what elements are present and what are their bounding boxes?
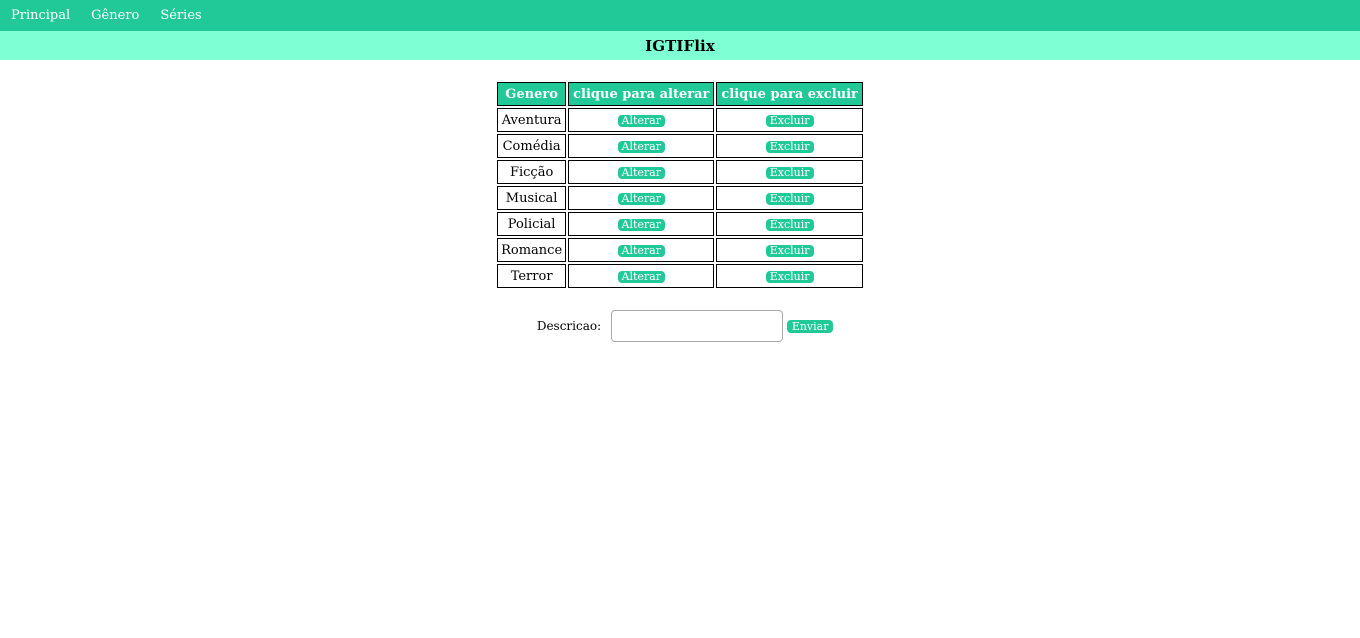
excluir-cell: Excluir — [716, 160, 863, 184]
alterar-button[interactable]: Alterar — [617, 114, 665, 127]
table-row: Musical Alterar Excluir — [497, 186, 863, 210]
genre-name-cell: Musical — [497, 186, 567, 210]
table-row: Aventura Alterar Excluir — [497, 108, 863, 132]
header-genero: Genero — [497, 82, 567, 106]
genre-name-cell: Policial — [497, 212, 567, 236]
excluir-button[interactable]: Excluir — [765, 218, 814, 231]
genre-name-cell: Aventura — [497, 108, 567, 132]
header-alterar: clique para alterar — [568, 82, 715, 106]
genre-name-cell: Ficção — [497, 160, 567, 184]
descricao-input[interactable] — [611, 310, 784, 342]
genre-name-cell: Romance — [497, 238, 567, 262]
top-nav: Principal Gênero Séries — [0, 0, 1360, 31]
table-row: Comédia Alterar Excluir — [497, 134, 863, 158]
excluir-cell: Excluir — [716, 134, 863, 158]
table-row: Policial Alterar Excluir — [497, 212, 863, 236]
table-header-row: Genero clique para alterar clique para e… — [497, 82, 863, 106]
table-row: Terror Alterar Excluir — [497, 264, 863, 288]
excluir-button[interactable]: Excluir — [765, 192, 814, 205]
genre-name-cell: Comédia — [497, 134, 567, 158]
table-row: Ficção Alterar Excluir — [497, 160, 863, 184]
excluir-cell: Excluir — [716, 108, 863, 132]
genre-name-cell: Terror — [497, 264, 567, 288]
excluir-button[interactable]: Excluir — [765, 140, 814, 153]
alterar-button[interactable]: Alterar — [617, 270, 665, 283]
excluir-cell: Excluir — [716, 264, 863, 288]
alterar-cell: Alterar — [568, 108, 715, 132]
genre-table: Genero clique para alterar clique para e… — [495, 80, 865, 290]
alterar-button[interactable]: Alterar — [617, 218, 665, 231]
table-container: Genero clique para alterar clique para e… — [0, 80, 1360, 290]
alterar-cell: Alterar — [568, 160, 715, 184]
excluir-button[interactable]: Excluir — [765, 244, 814, 257]
header-excluir: clique para excluir — [716, 82, 863, 106]
alterar-button[interactable]: Alterar — [617, 244, 665, 257]
excluir-button[interactable]: Excluir — [765, 114, 814, 127]
alterar-cell: Alterar — [568, 264, 715, 288]
nav-link-genero[interactable]: Gênero — [91, 8, 139, 23]
excluir-cell: Excluir — [716, 238, 863, 262]
excluir-cell: Excluir — [716, 186, 863, 210]
nav-link-principal[interactable]: Principal — [11, 8, 70, 23]
page-title: IGTIFlix — [645, 36, 715, 55]
alterar-button[interactable]: Alterar — [617, 192, 665, 205]
alterar-cell: Alterar — [568, 134, 715, 158]
nav-link-series[interactable]: Séries — [160, 8, 201, 23]
excluir-button[interactable]: Excluir — [765, 270, 814, 283]
enviar-button[interactable]: Enviar — [787, 319, 834, 333]
alterar-button[interactable]: Alterar — [617, 140, 665, 153]
table-row: Romance Alterar Excluir — [497, 238, 863, 262]
alterar-cell: Alterar — [568, 238, 715, 262]
alterar-cell: Alterar — [568, 186, 715, 210]
descricao-label: Descricao: — [536, 319, 602, 333]
form-inner: Descricao: Enviar — [536, 310, 834, 342]
alterar-button[interactable]: Alterar — [617, 166, 665, 179]
title-bar: IGTIFlix — [0, 31, 1360, 60]
excluir-button[interactable]: Excluir — [765, 166, 814, 179]
excluir-cell: Excluir — [716, 212, 863, 236]
genre-form: Descricao: Enviar — [0, 310, 1360, 342]
alterar-cell: Alterar — [568, 212, 715, 236]
